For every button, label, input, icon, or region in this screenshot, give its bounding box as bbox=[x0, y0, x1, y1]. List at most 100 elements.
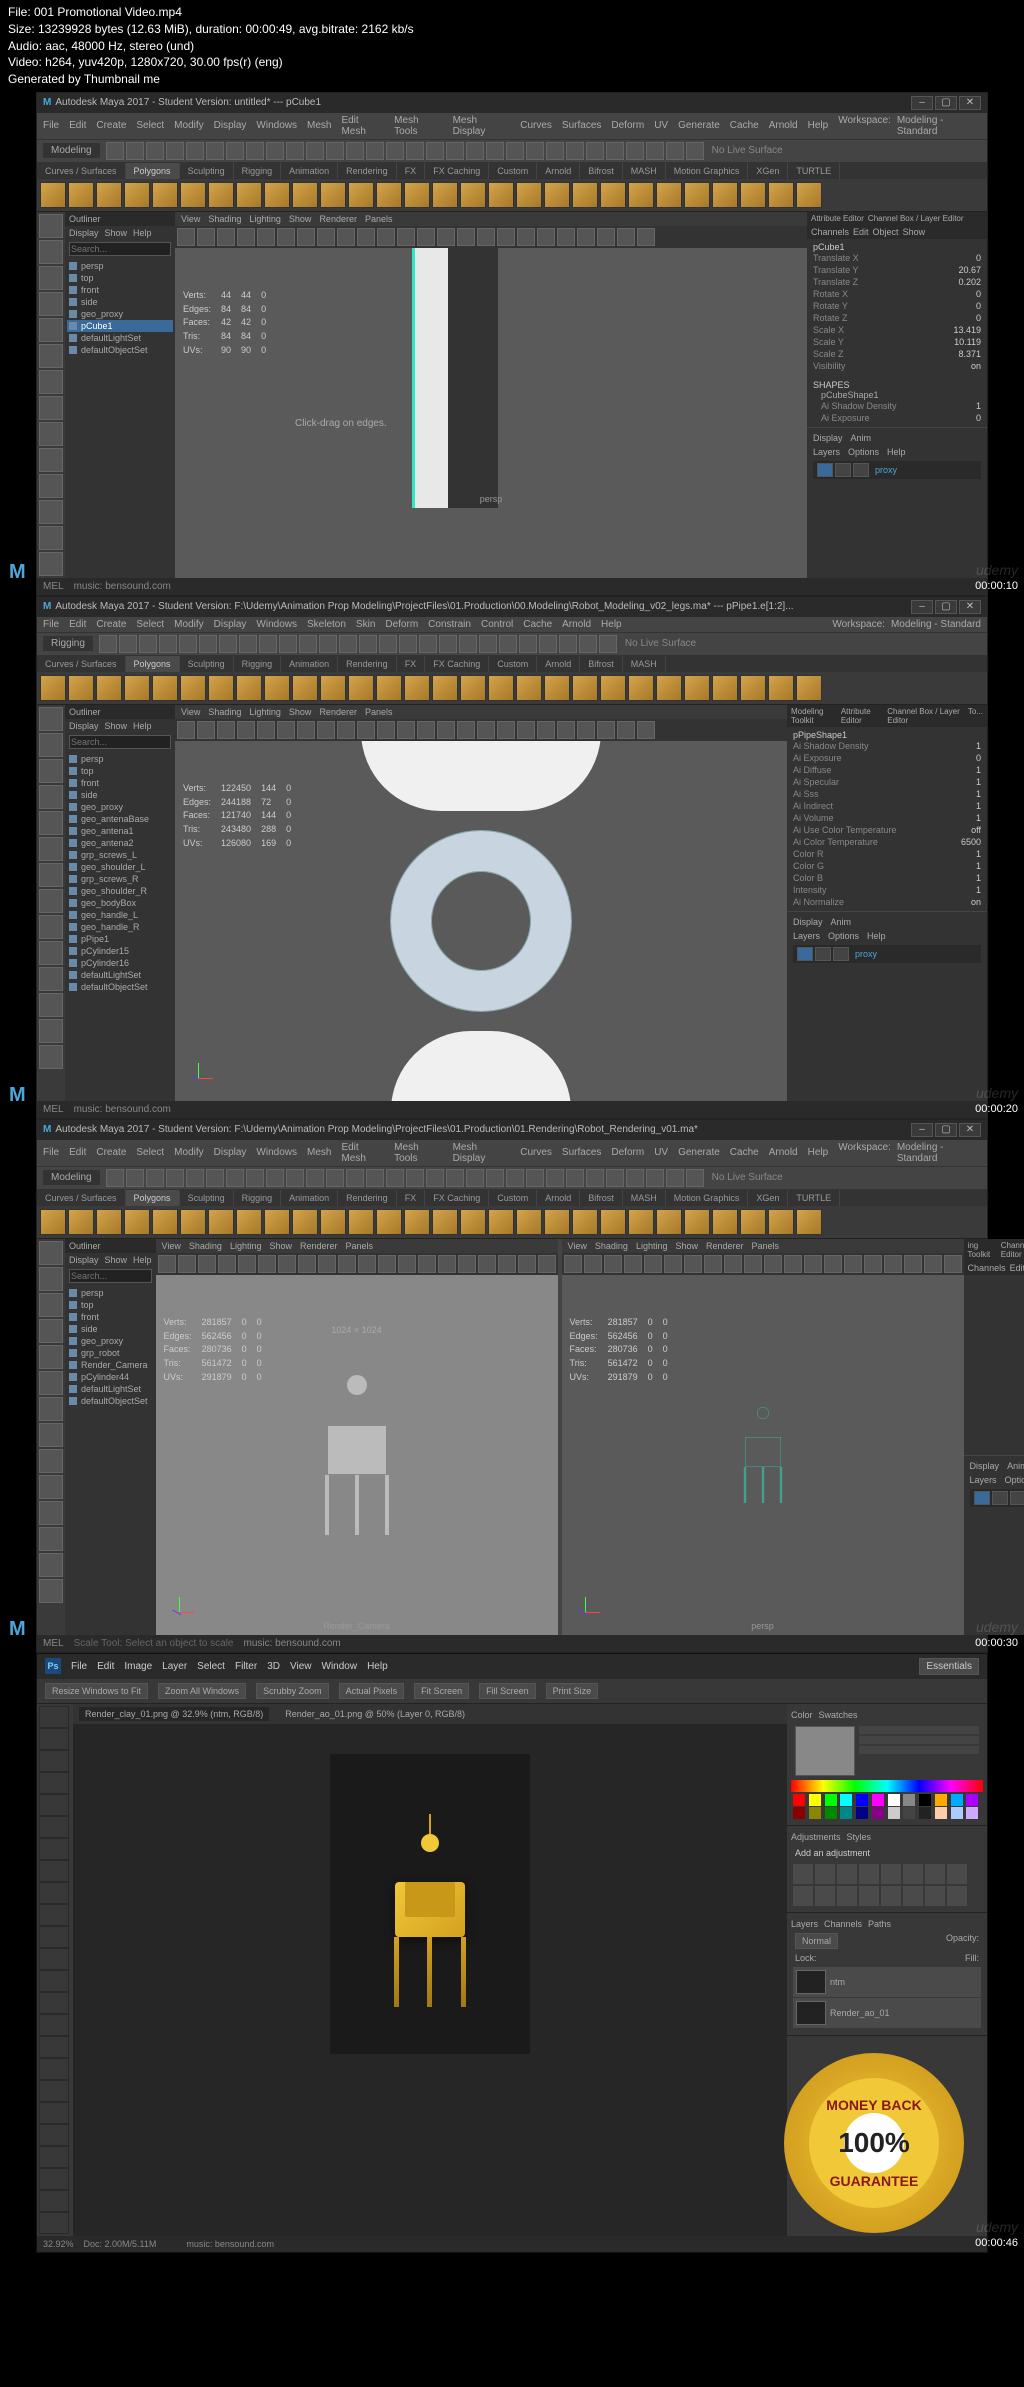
toolbar-icon[interactable] bbox=[39, 1772, 69, 1794]
toolbar-icon[interactable] bbox=[460, 675, 486, 701]
shelf-tab-turtle[interactable]: TURTLE bbox=[788, 163, 840, 179]
toolbar-icon[interactable] bbox=[39, 1527, 63, 1551]
menu-show[interactable]: Show bbox=[675, 1241, 698, 1251]
menu-skin[interactable]: Skin bbox=[356, 619, 375, 630]
attr-ai-volume[interactable]: Ai Volume1 bbox=[793, 812, 981, 824]
toolbar-icon[interactable] bbox=[439, 635, 457, 653]
toolbar-icon[interactable] bbox=[266, 1169, 284, 1187]
toolbar-icon[interactable] bbox=[488, 675, 514, 701]
toolbar-icon[interactable] bbox=[457, 228, 475, 246]
chan-tab[interactable]: Channel Box / Layer Editor bbox=[887, 707, 964, 725]
toolbar-icon[interactable] bbox=[398, 1255, 416, 1273]
swatch[interactable] bbox=[793, 1794, 805, 1806]
toolbar-icon[interactable] bbox=[386, 1169, 404, 1187]
toolbar-icon[interactable] bbox=[637, 721, 655, 739]
menu-cache[interactable]: Cache bbox=[523, 619, 552, 630]
toolbar-icon[interactable] bbox=[544, 182, 570, 208]
maximize-button[interactable]: ▢ bbox=[935, 600, 957, 614]
toolbar-icon[interactable] bbox=[246, 1169, 264, 1187]
toolbar-icon[interactable] bbox=[566, 1169, 584, 1187]
optbar-fill-screen[interactable]: Fill Screen bbox=[479, 1683, 536, 1699]
toolbar-icon[interactable] bbox=[297, 228, 315, 246]
toolbar-icon[interactable] bbox=[39, 2080, 69, 2102]
toolbar-icon[interactable] bbox=[198, 1255, 216, 1273]
toolbar-icon[interactable] bbox=[656, 675, 682, 701]
menu-mesh-display[interactable]: Mesh Display bbox=[453, 1142, 511, 1164]
menu-arnold[interactable]: Arnold bbox=[769, 1147, 798, 1158]
toolbar-icon[interactable] bbox=[419, 635, 437, 653]
shelf-tab-bifrost[interactable]: Bifrost bbox=[580, 1190, 623, 1206]
layer-name[interactable]: proxy bbox=[875, 465, 897, 475]
toolbar-icon[interactable] bbox=[366, 142, 384, 160]
toolbar-icon[interactable] bbox=[68, 675, 94, 701]
toolbar-icon[interactable] bbox=[724, 1255, 742, 1273]
toolbar-icon[interactable] bbox=[459, 635, 477, 653]
toolbar-icon[interactable] bbox=[39, 344, 63, 368]
toolbar-icon[interactable] bbox=[646, 142, 664, 160]
mode-dropdown[interactable]: Rigging bbox=[43, 636, 93, 651]
menu-help[interactable]: Help bbox=[808, 120, 829, 131]
toolbar-icon[interactable] bbox=[784, 1255, 802, 1273]
toolbar-icon[interactable] bbox=[146, 1169, 164, 1187]
toolbar-icon[interactable] bbox=[566, 142, 584, 160]
swatch[interactable] bbox=[825, 1807, 837, 1819]
layer-cell[interactable] bbox=[833, 947, 849, 961]
zoom-level[interactable]: 32.92% bbox=[43, 2239, 74, 2249]
display-layer[interactable]: proxy bbox=[793, 945, 981, 963]
toolbar-icon[interactable] bbox=[377, 228, 395, 246]
toolbar-icon[interactable] bbox=[338, 1255, 356, 1273]
toolbar-icon[interactable] bbox=[39, 785, 63, 809]
layer-Render_ao_01[interactable]: Render_ao_01 bbox=[793, 1998, 981, 2028]
toolbar-icon[interactable] bbox=[537, 721, 555, 739]
outliner-item-defaultLightSet[interactable]: defaultLightSet bbox=[67, 332, 173, 344]
menu-generate[interactable]: Generate bbox=[678, 120, 720, 131]
ps-menu-filter[interactable]: Filter bbox=[235, 1661, 257, 1672]
toolbar-icon[interactable] bbox=[39, 1293, 63, 1317]
toolbar-icon[interactable] bbox=[40, 1209, 66, 1235]
viewport-right[interactable]: ViewShadingLightingShowRendererPanels Ve… bbox=[562, 1239, 964, 1635]
toolbar-icon[interactable] bbox=[39, 863, 63, 887]
toolbar-icon[interactable] bbox=[684, 182, 710, 208]
toolbar-icon[interactable] bbox=[768, 182, 794, 208]
channel-box-tab[interactable]: Channel Box / Layer Editor bbox=[868, 214, 964, 223]
toolbar-icon[interactable] bbox=[39, 993, 63, 1017]
optbar-resize-windows-to-fit[interactable]: Resize Windows to Fit bbox=[45, 1683, 148, 1699]
menu-arnold[interactable]: Arnold bbox=[769, 120, 798, 131]
doc-tab-1[interactable]: Render_clay_01.png @ 32.9% (ntm, RGB/8) bbox=[79, 1707, 269, 1721]
toolbar-icon[interactable] bbox=[39, 707, 63, 731]
toolbar-icon[interactable] bbox=[399, 635, 417, 653]
outliner-item-geo_antena1[interactable]: geo_antena1 bbox=[67, 825, 173, 837]
toolbar-icon[interactable] bbox=[488, 182, 514, 208]
toolbar-icon[interactable] bbox=[39, 2168, 69, 2190]
toolbar-icon[interactable] bbox=[186, 1169, 204, 1187]
toolbar-icon[interactable] bbox=[39, 915, 63, 939]
menu-create[interactable]: Create bbox=[96, 120, 126, 131]
menu-file[interactable]: File bbox=[43, 120, 59, 131]
toolbar-icon[interactable] bbox=[186, 142, 204, 160]
toolbar-icon[interactable] bbox=[358, 1255, 376, 1273]
blend-mode[interactable]: Normal bbox=[795, 1933, 838, 1949]
toolbar-icon[interactable] bbox=[624, 1255, 642, 1273]
toolbar-icon[interactable] bbox=[306, 1169, 324, 1187]
toolbar-icon[interactable] bbox=[597, 228, 615, 246]
toolbar-icon[interactable] bbox=[39, 214, 63, 238]
toolbar-icon[interactable] bbox=[39, 1371, 63, 1395]
menu-lighting[interactable]: Lighting bbox=[636, 1241, 668, 1251]
ps-menu-window[interactable]: Window bbox=[322, 1661, 358, 1672]
toolbar-icon[interactable] bbox=[617, 721, 635, 739]
toolbar-icon[interactable] bbox=[39, 1904, 69, 1926]
shelf-tab-mash[interactable]: MASH bbox=[623, 656, 666, 672]
attr-translate-y[interactable]: Translate Y20.67 bbox=[813, 264, 981, 276]
outliner-display[interactable]: Display bbox=[69, 721, 99, 731]
menu-renderer[interactable]: Renderer bbox=[300, 1241, 338, 1251]
maximize-button[interactable]: ▢ bbox=[935, 96, 957, 110]
toolbar-icon[interactable] bbox=[793, 1886, 813, 1906]
toolbar-icon[interactable] bbox=[584, 1255, 602, 1273]
ps-menu-image[interactable]: Image bbox=[124, 1661, 152, 1672]
toolbar-icon[interactable] bbox=[656, 1209, 682, 1235]
toolbar-icon[interactable] bbox=[417, 228, 435, 246]
menu-cache[interactable]: Cache bbox=[730, 1147, 759, 1158]
shelf-tab-motion-graphics[interactable]: Motion Graphics bbox=[666, 163, 749, 179]
ps-menu-file[interactable]: File bbox=[71, 1661, 87, 1672]
toolbar-icon[interactable] bbox=[432, 182, 458, 208]
